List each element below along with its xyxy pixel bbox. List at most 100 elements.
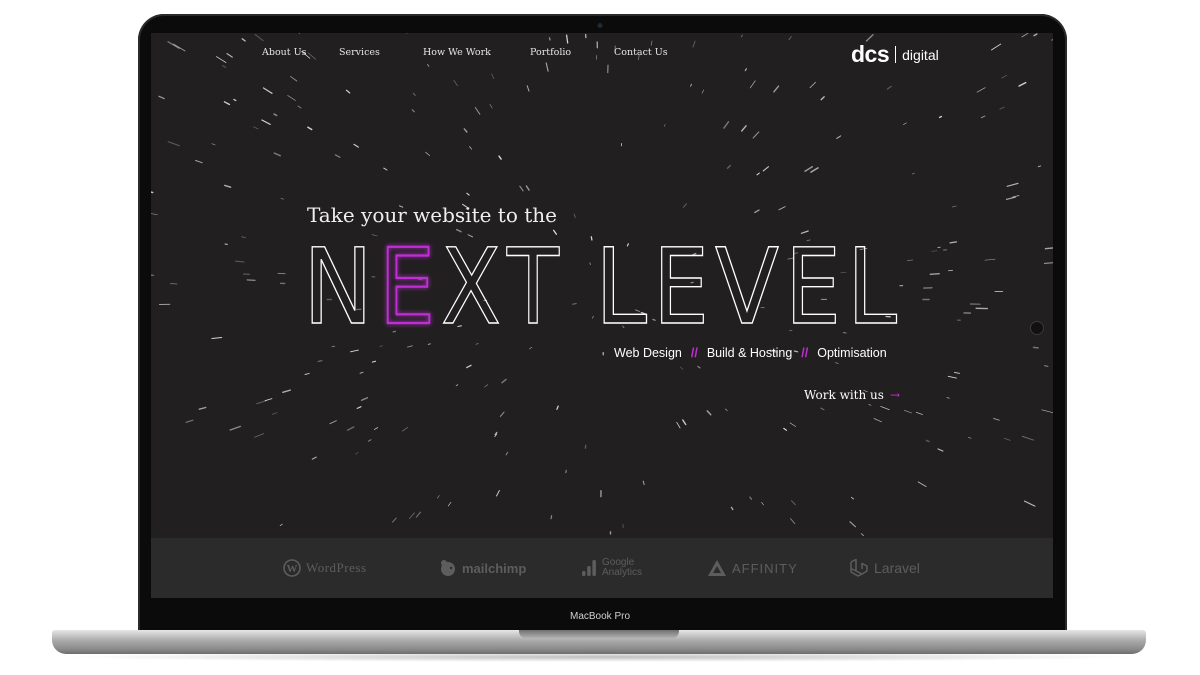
star-streak xyxy=(298,33,300,34)
star-streak xyxy=(505,451,509,456)
star-streak xyxy=(241,38,246,42)
star-streak xyxy=(1043,262,1053,264)
star-streak xyxy=(868,404,872,406)
scroll-indicator[interactable] xyxy=(1030,321,1044,335)
star-streak xyxy=(466,364,472,369)
star-streak xyxy=(676,421,681,429)
star-streak xyxy=(475,343,479,345)
nav-contact-us[interactable]: Contact Us xyxy=(614,47,668,58)
hero-title-next-level: NEXTLEVEL xyxy=(302,231,897,331)
star-streak xyxy=(663,124,666,127)
star-streak xyxy=(880,406,890,411)
star-streak xyxy=(331,345,336,348)
star-streak xyxy=(804,165,814,172)
star-streak xyxy=(931,250,938,252)
star-streak xyxy=(548,37,551,41)
star-streak xyxy=(756,172,760,176)
camera-icon xyxy=(597,23,603,28)
star-streak xyxy=(401,426,409,432)
star-streak xyxy=(359,371,364,374)
star-streak xyxy=(790,518,796,525)
hero-subtitle: Take your website to the xyxy=(307,203,557,227)
star-streak xyxy=(463,128,468,133)
star-streak xyxy=(223,101,231,106)
partner-wordpress: W WordPress xyxy=(283,538,367,598)
star-streak xyxy=(556,405,559,410)
star-streak xyxy=(241,236,246,238)
star-streak xyxy=(474,107,481,115)
dcs-digital-logo[interactable]: dcs digital xyxy=(851,41,939,68)
star-streak xyxy=(151,191,154,194)
star-streak xyxy=(1041,409,1053,414)
star-streak xyxy=(925,439,930,443)
star-streak xyxy=(1021,33,1029,38)
star-streak xyxy=(167,141,180,147)
star-streak xyxy=(234,260,245,263)
hero-title-letter: E xyxy=(379,231,435,331)
nav-how-we-work[interactable]: How We Work xyxy=(423,47,491,58)
star-streak xyxy=(287,95,296,101)
star-streak xyxy=(573,213,576,218)
hero-title-letter: E xyxy=(653,231,709,331)
star-streak xyxy=(788,36,792,41)
star-streak xyxy=(690,83,692,87)
star-streak xyxy=(1023,500,1036,507)
star-streak xyxy=(391,517,397,523)
star-streak xyxy=(368,439,372,442)
star-streak xyxy=(1044,365,1049,367)
work-with-us-link[interactable]: Work with us → xyxy=(804,388,900,402)
star-streak xyxy=(519,185,524,192)
star-streak xyxy=(550,515,553,520)
star-streak xyxy=(304,372,310,375)
star-streak xyxy=(642,480,645,486)
star-streak xyxy=(415,511,422,518)
star-streak xyxy=(773,85,780,93)
star-streak xyxy=(185,419,194,423)
star-streak xyxy=(999,106,1005,110)
star-streak xyxy=(976,87,986,93)
star-streak xyxy=(723,121,730,129)
star-streak xyxy=(740,34,743,38)
laptop-opening-notch xyxy=(519,630,679,639)
star-streak xyxy=(469,146,473,150)
star-streak xyxy=(408,512,415,520)
star-streak xyxy=(526,85,530,92)
star-streak xyxy=(679,366,684,370)
star-streak xyxy=(346,426,355,431)
star-streak xyxy=(436,495,440,499)
hero-title-letter: X xyxy=(441,231,501,331)
star-streak xyxy=(501,378,507,384)
star-streak xyxy=(254,433,265,438)
star-streak xyxy=(873,418,882,423)
svg-text:W: W xyxy=(287,563,298,575)
star-streak xyxy=(264,398,273,402)
star-streak xyxy=(355,452,359,455)
cta-label: Work with us xyxy=(804,388,884,402)
nav-portfolio[interactable]: Portfolio xyxy=(530,47,571,58)
star-streak xyxy=(498,155,502,160)
nav-services[interactable]: Services xyxy=(339,47,380,58)
star-streak xyxy=(158,95,165,100)
mailchimp-icon xyxy=(441,560,455,576)
star-streak xyxy=(565,469,567,474)
analytics-bars-icon xyxy=(582,560,596,576)
partner-analytics-line2: Analytics xyxy=(602,567,643,578)
star-streak xyxy=(650,40,653,46)
partner-analytics-text: Google Analytics xyxy=(602,558,642,578)
star-streak xyxy=(350,349,359,353)
star-streak xyxy=(836,135,842,139)
nav-about-us[interactable]: About Us xyxy=(262,47,307,58)
star-streak xyxy=(194,159,203,164)
star-streak xyxy=(953,371,961,374)
star-streak xyxy=(789,422,797,427)
star-streak xyxy=(484,384,489,388)
service-separator: // xyxy=(801,346,809,360)
star-streak xyxy=(279,523,283,527)
star-streak xyxy=(277,272,286,275)
star-streak xyxy=(447,501,452,507)
affinity-triangle-icon xyxy=(708,560,726,576)
star-streak xyxy=(317,359,323,363)
star-streak xyxy=(1018,81,1027,87)
partner-mailchimp-text: mailchimp xyxy=(462,560,527,576)
star-streak xyxy=(273,113,278,117)
